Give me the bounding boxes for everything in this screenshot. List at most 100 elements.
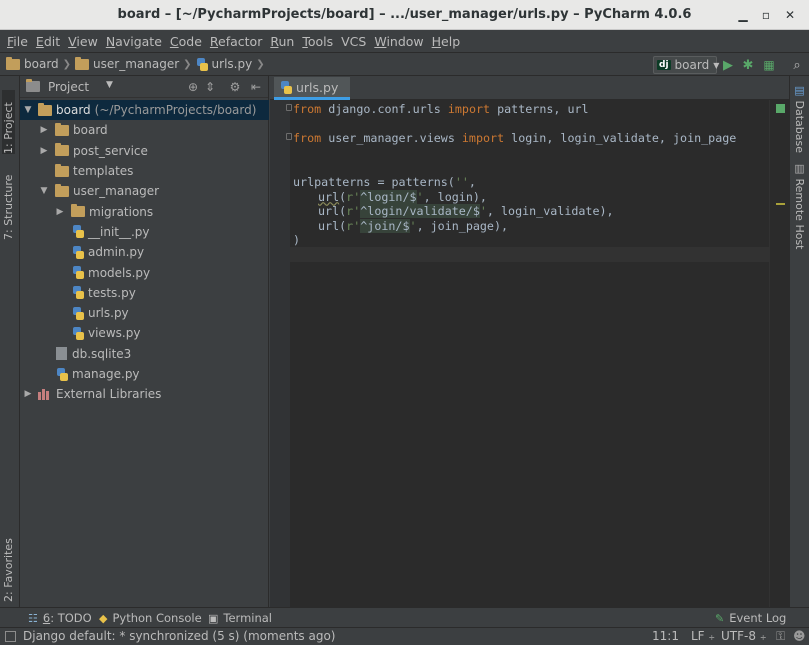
editor-tab-urls-py[interactable]: urls.py xyxy=(274,77,350,100)
tree-item[interactable]: tests.py xyxy=(20,283,269,303)
menu-view[interactable]: View xyxy=(64,34,102,49)
menu-navigate[interactable]: Navigate xyxy=(102,34,166,49)
menu-edit[interactable]: Edit xyxy=(32,34,64,49)
expand-arrow-icon[interactable]: ▼ xyxy=(39,186,49,196)
fold-marker-icon[interactable] xyxy=(286,133,292,140)
window-title-bar: board – [~/PycharmProjects/board] – .../… xyxy=(0,0,809,30)
tree-item[interactable]: ▼ user_manager xyxy=(20,181,269,201)
error-stripe[interactable] xyxy=(769,100,789,607)
tool-tab-structure[interactable]: 7: Structure xyxy=(2,170,15,240)
menu-window[interactable]: Window xyxy=(370,34,427,49)
menu-bar: File Edit View Navigate Code Refactor Ru… xyxy=(0,30,809,52)
minimize-icon[interactable]: ▁ xyxy=(734,6,752,24)
python-file-icon xyxy=(72,266,84,280)
gear-icon[interactable]: ⚙ xyxy=(228,80,242,94)
toggle-tool-windows-icon[interactable] xyxy=(5,631,16,642)
tree-item[interactable]: views.py xyxy=(20,323,269,343)
menu-vcs[interactable]: VCS xyxy=(337,34,370,49)
terminal-icon: ▣ xyxy=(208,611,219,625)
folder-icon xyxy=(55,183,69,197)
python-file-icon xyxy=(56,367,68,381)
project-panel-header: Project ▼ ⊕ ⇕ ⚙ ⇤ xyxy=(20,76,268,98)
fold-marker-icon[interactable] xyxy=(286,104,292,111)
menu-help[interactable]: Help xyxy=(428,34,465,49)
close-icon[interactable]: ✕ xyxy=(781,6,799,24)
project-view-select[interactable]: Project xyxy=(48,80,89,94)
tool-tab-todo[interactable]: ☷ 6: TODO xyxy=(28,611,92,625)
right-tool-strip: ▤ Database ▥ Remote Host xyxy=(789,76,809,607)
menu-refactor[interactable]: Refactor xyxy=(206,34,266,49)
file-icon xyxy=(56,347,67,361)
tree-item[interactable]: ▶ External Libraries xyxy=(20,384,269,404)
tree-item[interactable]: manage.py xyxy=(20,364,269,384)
tree-item[interactable]: ▶ migrations xyxy=(20,201,269,221)
file-encoding[interactable]: UTF-8 ÷ xyxy=(721,629,767,643)
run-configuration-select[interactable]: dj board ▼ xyxy=(653,56,719,74)
tree-item[interactable]: db.sqlite3 xyxy=(20,344,269,364)
code-line: url(r'^login/$', login), xyxy=(318,189,487,204)
todo-icon: ☷ xyxy=(28,611,38,625)
menu-file[interactable]: File xyxy=(3,34,32,49)
inspector-icon[interactable]: ☻ xyxy=(793,629,806,643)
code-editor[interactable]: from django.conf.urls import patterns, u… xyxy=(270,100,789,607)
hide-panel-icon[interactable]: ⇤ xyxy=(249,80,263,94)
menu-run[interactable]: Run xyxy=(266,34,298,49)
python-file-icon xyxy=(72,225,84,239)
window-title: board – [~/PycharmProjects/board] – .../… xyxy=(117,7,692,22)
folder-icon xyxy=(38,102,52,116)
line-separator[interactable]: LF ÷ xyxy=(691,629,715,643)
tree-item[interactable]: ▶ post_service xyxy=(20,141,269,161)
inspection-ok-icon[interactable] xyxy=(776,104,785,113)
code-line: from user_manager.views import login, lo… xyxy=(293,131,737,145)
menu-tools[interactable]: Tools xyxy=(298,34,337,49)
lock-icon[interactable]: ⚿ xyxy=(776,629,785,644)
editor-gutter[interactable] xyxy=(270,100,290,607)
tree-item[interactable]: templates xyxy=(20,161,269,181)
code-line: url(r'^join/$', join_page), xyxy=(318,218,509,233)
breadcrumb-user-manager[interactable]: user_manager ❯ xyxy=(75,56,192,71)
tree-item[interactable]: urls.py xyxy=(20,303,269,323)
project-panel: Project ▼ ⊕ ⇕ ⚙ ⇤ ▼ board (~/PycharmProje… xyxy=(20,76,269,607)
status-bar: Django default: * synchronized (5 s) (mo… xyxy=(0,627,809,645)
warning-marker[interactable] xyxy=(776,203,785,205)
bottom-tool-bar: ☷ 6: TODO ◆ Python Console ▣ Terminal ✎ … xyxy=(0,607,809,627)
expand-arrow-icon[interactable]: ▶ xyxy=(23,389,33,399)
library-icon xyxy=(38,388,51,401)
breadcrumb-urls-py[interactable]: urls.py ❯ xyxy=(196,57,265,71)
breadcrumb-board[interactable]: board ❯ xyxy=(6,56,71,71)
folder-icon xyxy=(75,56,90,70)
python-file-icon xyxy=(72,306,84,320)
tree-item[interactable]: ▼ board (~/PycharmProjects/board) xyxy=(20,100,269,121)
tree-item[interactable]: __init__.py xyxy=(20,222,269,242)
expand-arrow-icon[interactable]: ▶ xyxy=(39,125,49,135)
scroll-from-source-icon[interactable]: ⊕ xyxy=(186,80,200,94)
tool-tab-favorites[interactable]: 2: Favorites xyxy=(2,534,15,602)
expand-arrow-icon[interactable]: ▶ xyxy=(55,207,65,217)
coverage-icon[interactable]: ▦ xyxy=(761,57,777,73)
collapse-all-icon[interactable]: ⇕ xyxy=(203,80,217,94)
django-icon: dj xyxy=(657,60,671,70)
python-file-icon xyxy=(196,57,208,71)
navigation-bar: board ❯ user_manager ❯ urls.py ❯ dj board ▼… xyxy=(0,52,809,76)
folder-icon xyxy=(71,204,85,218)
tree-item[interactable]: models.py xyxy=(20,262,269,282)
run-icon[interactable]: ▶ xyxy=(720,57,736,73)
debug-icon[interactable]: ✱ xyxy=(740,57,756,73)
search-icon[interactable]: ⌕ xyxy=(789,57,805,73)
tool-tab-terminal[interactable]: ▣ Terminal xyxy=(208,611,272,625)
folder-icon xyxy=(55,163,69,177)
expand-arrow-icon[interactable]: ▼ xyxy=(23,105,33,115)
tool-tab-project[interactable]: 1: Project xyxy=(2,90,15,154)
tool-tab-python-console[interactable]: ◆ Python Console xyxy=(99,611,202,625)
tree-item[interactable]: ▶ board xyxy=(20,120,269,140)
tree-item[interactable]: admin.py xyxy=(20,242,269,262)
tool-tab-remote-host[interactable]: ▥ Remote Host xyxy=(793,162,806,249)
tool-tab-event-log[interactable]: ✎ Event Log xyxy=(715,611,786,625)
expand-arrow-icon[interactable]: ▶ xyxy=(39,146,49,156)
project-view-icon xyxy=(26,79,40,92)
tool-tab-database[interactable]: ▤ Database xyxy=(793,84,806,153)
maximize-icon[interactable]: ▫ xyxy=(757,6,775,24)
menu-code[interactable]: Code xyxy=(166,34,206,49)
caret-position[interactable]: 11:1 xyxy=(652,629,679,643)
chevron-down-icon[interactable]: ▼ xyxy=(106,80,113,90)
